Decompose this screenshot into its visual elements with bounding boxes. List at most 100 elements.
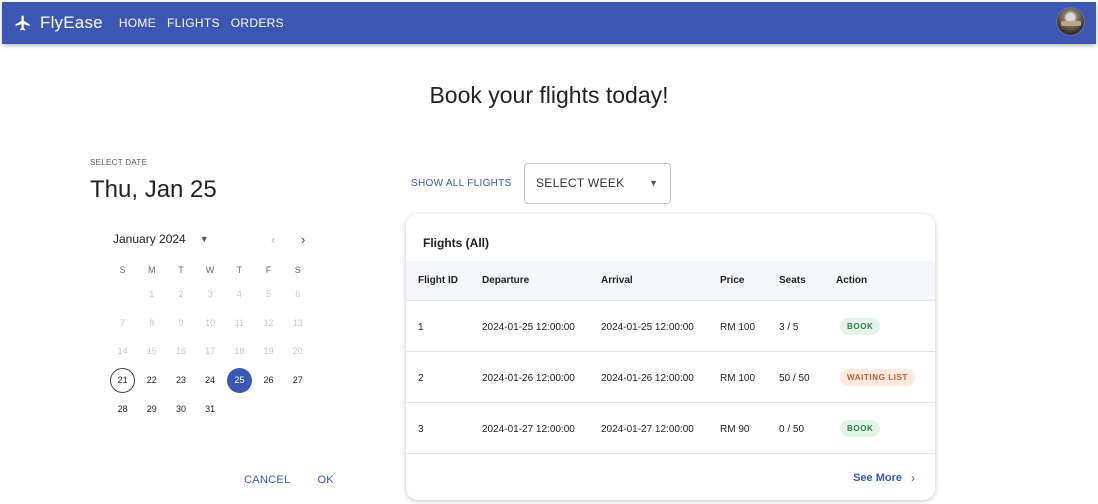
calendar-day[interactable]: 26 bbox=[256, 368, 281, 393]
calendar-day: 14 bbox=[117, 346, 128, 357]
waiting-list-button[interactable]: WAITING LIST bbox=[840, 369, 915, 386]
seats: 0 / 50 bbox=[779, 424, 805, 435]
calendar-day-cell: 25 bbox=[225, 367, 254, 393]
weekday-header-row: SMTWTFS bbox=[108, 260, 313, 280]
top-app-bar: FlyEase HOME FLIGHTS ORDERS bbox=[2, 2, 1096, 44]
calendar-day: 8 bbox=[149, 317, 155, 328]
price: RM 100 bbox=[720, 322, 756, 333]
selected-day[interactable]: 25 bbox=[226, 367, 252, 393]
calendar-day-cell: 11 bbox=[225, 310, 254, 335]
table-row: 3 2024-01-27 12:00:00 2024-01-27 12:00:0… bbox=[406, 404, 935, 454]
calendar-day-cell: 31 bbox=[196, 396, 225, 421]
cancel-button[interactable]: CANCEL bbox=[244, 474, 290, 486]
calendar-day-cell: 16 bbox=[166, 339, 195, 364]
arrival: 2024-01-27 12:00:00 bbox=[601, 424, 694, 435]
week-select-value: SELECT WEEK bbox=[536, 176, 625, 190]
brand-name: FlyEase bbox=[40, 13, 103, 32]
ok-button[interactable]: OK bbox=[317, 474, 334, 486]
caret-down-icon[interactable]: ▼ bbox=[200, 234, 209, 244]
calendar-grid: S M T W T F S 1 2 3 4 5 6 7 8 9 10 11 12 13 14 15 16 17 18 19 20 21… bbox=[108, 260, 313, 423]
brand-home-link[interactable]: FlyEase bbox=[14, 13, 103, 33]
calendar-day-cell: 2 bbox=[166, 282, 195, 307]
calendar-day-cell: 24 bbox=[196, 368, 225, 393]
main-nav: HOME FLIGHTS ORDERS bbox=[119, 16, 295, 30]
calendar-day-cell: 10 bbox=[196, 310, 225, 335]
calendar-day: 15 bbox=[146, 346, 157, 357]
calendar-week: 1 2 3 4 5 6 bbox=[108, 280, 313, 309]
calendar-day-cell: 8 bbox=[137, 310, 166, 335]
calendar-day[interactable]: 28 bbox=[110, 396, 135, 421]
flight-id: 2 bbox=[418, 373, 424, 384]
column-header: Price bbox=[720, 275, 745, 286]
calendar-day[interactable]: 27 bbox=[285, 368, 310, 393]
calendar-week: 14 15 16 17 18 19 20 bbox=[108, 337, 313, 366]
calendar-day: 16 bbox=[175, 346, 186, 357]
calendar-day-cell: 12 bbox=[254, 310, 283, 335]
calendar-week: 7 8 9 10 11 12 13 bbox=[108, 309, 313, 338]
calendar-day-cell: 21 bbox=[108, 367, 137, 393]
table-header: Flight ID Departure Arrival Price Seats … bbox=[406, 261, 935, 301]
calendar-day-cell: 29 bbox=[137, 396, 166, 421]
column-header: Action bbox=[836, 275, 868, 286]
departure: 2024-01-25 12:00:00 bbox=[482, 322, 575, 333]
seats: 3 / 5 bbox=[779, 322, 799, 333]
weekday-label: T bbox=[236, 265, 243, 275]
price: RM 100 bbox=[720, 373, 756, 384]
previous-month-button[interactable]: ‹ bbox=[271, 232, 275, 247]
calendar-day: 3 bbox=[207, 289, 213, 300]
calendar-day: 13 bbox=[292, 317, 303, 328]
calendar-day[interactable]: 31 bbox=[198, 396, 223, 421]
show-all-flights-button[interactable]: SHOW ALL FLIGHTS bbox=[411, 178, 512, 189]
date-picker-actions: CANCEL OK bbox=[244, 474, 334, 486]
nav-orders[interactable]: ORDERS bbox=[231, 16, 284, 30]
month-selector[interactable]: January 2024 ▼ bbox=[113, 232, 209, 246]
book-button[interactable]: BOOK bbox=[840, 318, 881, 335]
flight-id: 3 bbox=[418, 424, 424, 435]
weekday-label: W bbox=[205, 265, 215, 275]
calendar-day-cell: 4 bbox=[225, 282, 254, 307]
date-picker-eyebrow: SELECT DATE bbox=[90, 158, 148, 167]
calendar-day: 18 bbox=[234, 346, 245, 357]
arrival: 2024-01-26 12:00:00 bbox=[601, 373, 694, 384]
calendar-day[interactable]: 24 bbox=[198, 368, 223, 393]
nav-flights[interactable]: FLIGHTS bbox=[167, 16, 220, 30]
calendar-day[interactable]: 29 bbox=[139, 396, 164, 421]
chevron-right-icon: › bbox=[911, 471, 915, 485]
calendar-day-cell: 3 bbox=[196, 282, 225, 307]
book-button[interactable]: BOOK bbox=[840, 420, 881, 437]
selected-date-heading: Thu, Jan 25 bbox=[90, 176, 217, 203]
next-month-button[interactable]: › bbox=[301, 232, 305, 247]
calendar-day: 19 bbox=[263, 346, 274, 357]
caret-down-icon: ▼ bbox=[649, 178, 658, 188]
calendar-day[interactable]: 30 bbox=[168, 396, 193, 421]
calendar-day-cell: 15 bbox=[137, 339, 166, 364]
calendar-day: 2 bbox=[178, 289, 184, 300]
calendar-day-cell: 30 bbox=[166, 396, 195, 421]
calendar-day[interactable]: 23 bbox=[168, 368, 193, 393]
calendar-day[interactable]: 21 bbox=[110, 367, 136, 393]
airplane-icon bbox=[15, 15, 30, 31]
calendar-day-cell: 26 bbox=[254, 368, 283, 393]
weekday-label: S bbox=[294, 265, 301, 275]
page-title: Book your flights today! bbox=[429, 82, 669, 108]
see-more-label: See More bbox=[853, 472, 902, 484]
see-more-button[interactable]: See More › bbox=[853, 471, 915, 485]
flights-card: Flights (All) Flight ID Departure Arriva… bbox=[406, 214, 935, 500]
table-row: 1 2024-01-25 12:00:00 2024-01-25 12:00:0… bbox=[406, 302, 935, 352]
calendar-day[interactable]: 22 bbox=[139, 368, 164, 393]
calendar-day-cell: 17 bbox=[196, 339, 225, 364]
column-header: Seats bbox=[779, 275, 806, 286]
weekday-label: F bbox=[265, 265, 272, 275]
seats: 50 / 50 bbox=[779, 373, 810, 384]
weekday-label: T bbox=[178, 265, 184, 275]
week-select[interactable]: SELECT WEEK ▼ bbox=[524, 163, 671, 204]
calendar-day-cell: 13 bbox=[283, 310, 312, 335]
flights-card-title: Flights (All) bbox=[423, 236, 489, 250]
nav-home[interactable]: HOME bbox=[119, 16, 156, 30]
column-header: Departure bbox=[482, 275, 530, 286]
weekday-label: M bbox=[148, 265, 156, 275]
calendar-day-cell: 19 bbox=[254, 339, 283, 364]
calendar-day-cell: 6 bbox=[283, 282, 312, 307]
user-avatar[interactable] bbox=[1056, 7, 1085, 36]
calendar-day-cell: 14 bbox=[108, 339, 137, 364]
